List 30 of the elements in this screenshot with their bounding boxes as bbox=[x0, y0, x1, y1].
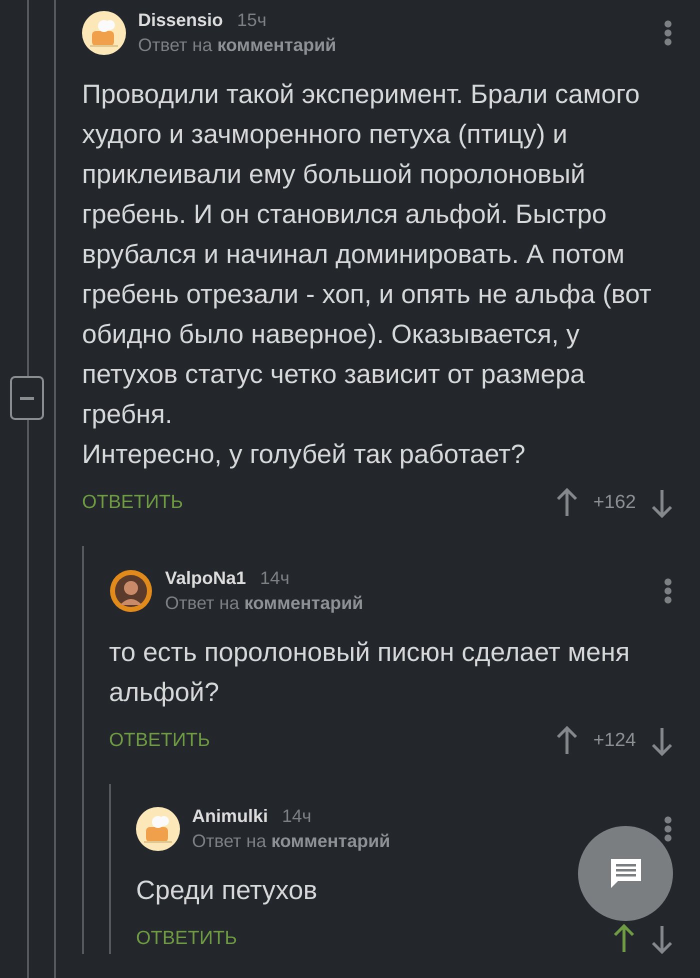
downvote-icon[interactable] bbox=[650, 488, 674, 518]
downvote-icon[interactable] bbox=[650, 726, 674, 756]
more-icon[interactable] bbox=[664, 20, 672, 46]
reply-button[interactable]: ОТВЕТИТЬ bbox=[82, 492, 184, 514]
comment-text: Среди петухов bbox=[136, 874, 318, 907]
avatar-icon bbox=[136, 807, 180, 851]
upvote-icon[interactable] bbox=[612, 924, 636, 954]
downvote-icon[interactable] bbox=[650, 924, 674, 954]
reply-to-link[interactable]: Ответ на комментарий bbox=[192, 831, 390, 852]
upvote-icon[interactable] bbox=[555, 726, 580, 756]
reply-button[interactable]: ОТВЕТИТЬ bbox=[109, 730, 210, 752]
comment-time: 15ч bbox=[237, 10, 266, 31]
reply-to-link[interactable]: Ответ на комментарий bbox=[138, 35, 336, 56]
author-name[interactable]: Animulki bbox=[192, 806, 268, 827]
more-icon[interactable] bbox=[664, 578, 672, 604]
avatar-icon bbox=[109, 569, 153, 613]
reply-button[interactable]: ОТВЕТИТЬ bbox=[136, 928, 238, 950]
comment-score: +124 bbox=[593, 730, 636, 752]
comment-time: 14ч bbox=[282, 806, 312, 827]
comment-score: +162 bbox=[593, 492, 636, 514]
more-icon[interactable] bbox=[664, 816, 672, 842]
avatar-icon bbox=[82, 11, 126, 55]
comment-text: то есть поролоновый писюн сделает меня альфой? bbox=[109, 636, 631, 709]
upvote-icon[interactable] bbox=[555, 488, 580, 518]
reply-to-link[interactable]: Ответ на комментарий bbox=[165, 593, 364, 614]
author-name[interactable]: ValpoNa1 bbox=[165, 568, 246, 589]
author-name[interactable]: Dissensio bbox=[138, 10, 224, 31]
comment-text: Проводили такой эксперимент. Брали самого худого и зачморенного петуха (птицу) и приклеивали ему большой поролоновый гребень. И он становился альфой. Быстро врубался и начинал доминировать. А потом гребень отрезали - хоп, и опять не альфа (вот обидно было наверное). Оказывается, у петухов статус четко зависит от размера гребня. Интересно, у голубей так работает? bbox=[82, 78, 652, 471]
comment-time: 14ч bbox=[260, 568, 290, 589]
collapse-button[interactable] bbox=[10, 376, 44, 420]
